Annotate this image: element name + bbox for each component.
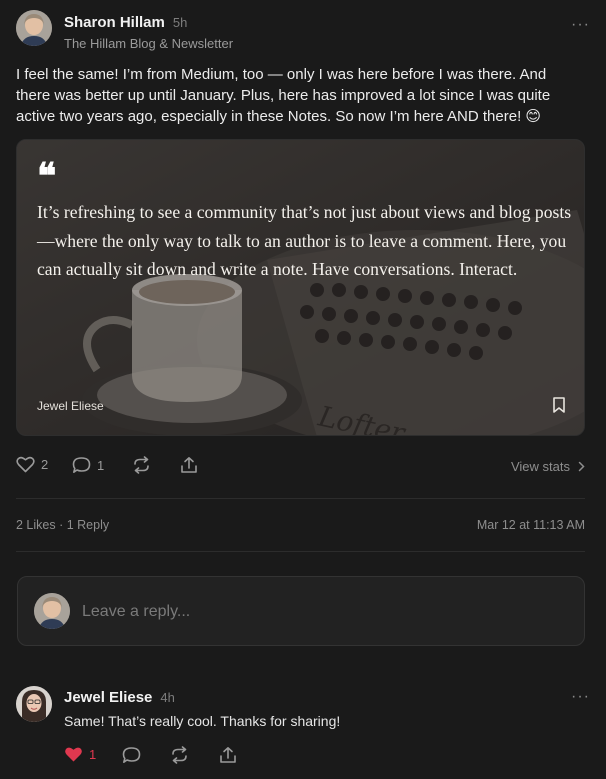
reply-input-box[interactable]: Leave a reply... [17, 576, 585, 646]
author-avatar[interactable] [16, 10, 52, 46]
restack-icon [172, 746, 187, 764]
comment-bubble-icon [122, 747, 141, 763]
comment-text: Same! That’s really cool. Thanks for sha… [64, 713, 341, 729]
more-options-icon[interactable]: ··· [571, 16, 590, 34]
view-stats-link[interactable]: View stats [511, 459, 585, 474]
comment-like-button[interactable]: 1 [64, 746, 96, 763]
like-count: 2 [41, 457, 49, 472]
restack-icon [134, 456, 149, 474]
share-icon [220, 747, 236, 763]
comment-more-options-icon[interactable]: ··· [571, 688, 590, 706]
author-name[interactable]: Sharon Hillam [64, 14, 165, 31]
current-user-avatar [34, 593, 70, 629]
chevron-right-icon [578, 461, 585, 472]
comment-count: 1 [97, 457, 105, 473]
post-body-text: I feel the same! I’m from Medium, too — … [16, 66, 551, 125]
commenter-avatar[interactable] [16, 686, 52, 722]
heart-filled-icon [65, 747, 82, 762]
share-icon [181, 457, 197, 473]
note-thread: Sharon Hillam 5h The Hillam Blog & Newsle… [0, 0, 606, 779]
commenter-name-row: Jewel Eliese 4h [64, 689, 175, 706]
comment-timestamp: 4h [160, 690, 175, 705]
typewriter-coffee-image: Lofter [17, 140, 584, 435]
quote-card[interactable]: Lofter ❝ It’s refreshing to see a commun… [16, 139, 585, 436]
like-button[interactable]: 2 [16, 456, 48, 473]
divider [16, 551, 585, 552]
commenter-name[interactable]: Jewel Eliese [64, 689, 152, 706]
heart-icon [16, 456, 35, 473]
comment-reply-button[interactable] [122, 746, 141, 764]
comment-share-button[interactable] [219, 746, 237, 764]
comment-action-bar: 1 [64, 746, 590, 768]
quote-text: It’s refreshing to see a community that’… [37, 202, 572, 279]
quote-marks-icon: ❝ [37, 155, 57, 197]
comment-like-count: 1 [89, 747, 97, 762]
view-stats-label: View stats [510, 459, 570, 474]
publication-name[interactable]: The Hillam Blog & Newsletter [64, 36, 233, 51]
comment-restack-button[interactable] [170, 746, 189, 764]
quote-author[interactable]: Jewel Eliese [37, 399, 104, 413]
restack-button[interactable] [132, 456, 151, 474]
post-action-bar: 2 1 View stats [16, 456, 585, 478]
bookmark-icon[interactable] [552, 397, 566, 413]
divider [16, 498, 585, 499]
reply-placeholder[interactable]: Leave a reply... [82, 603, 190, 621]
comment-button[interactable]: 1 [72, 456, 104, 474]
likes-replies-summary[interactable]: 2 Likes · 1 Reply [16, 518, 109, 532]
post-header: Sharon Hillam 5h The Hillam Blog & Newsle… [16, 10, 590, 54]
post-timestamp: 5h [172, 15, 188, 30]
share-button[interactable] [180, 456, 198, 474]
comment-bubble-icon [72, 457, 91, 473]
comment-item: Jewel Eliese 4h ··· Same! That’s really c… [16, 684, 590, 774]
post-date: Mar 12 at 11:13 AM [476, 518, 585, 532]
author-name-row: Sharon Hillam 5h [64, 14, 187, 31]
